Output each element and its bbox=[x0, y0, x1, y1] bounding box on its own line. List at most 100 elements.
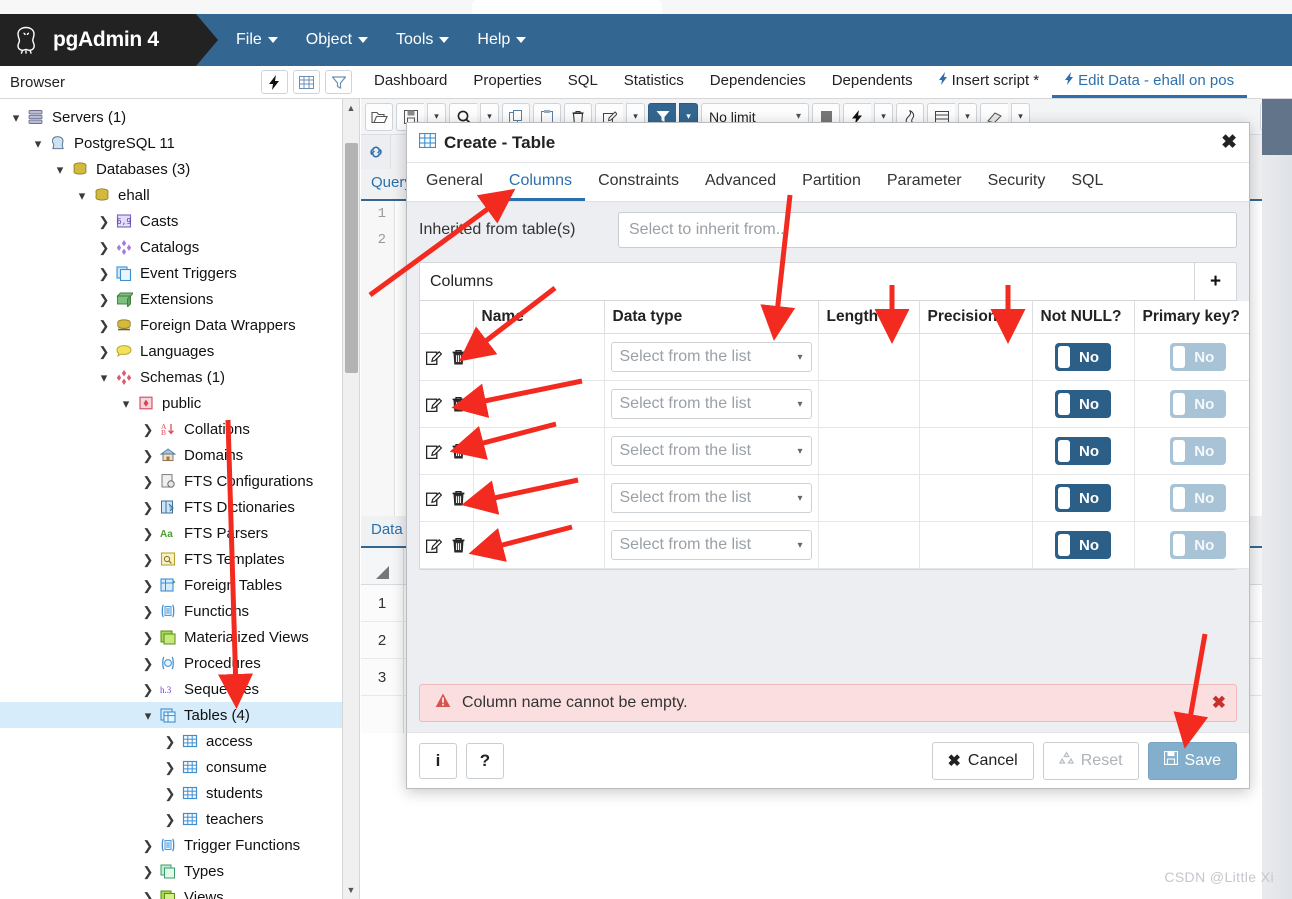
tree-item-functions[interactable]: ❯ Functions bbox=[0, 598, 359, 624]
chevron-right-icon[interactable]: ❯ bbox=[138, 579, 158, 592]
tree-item-materialized-views[interactable]: ❯ Materialized Views bbox=[0, 624, 359, 650]
trash-icon[interactable] bbox=[446, 483, 470, 513]
length-cell[interactable] bbox=[818, 380, 920, 428]
menu-tools[interactable]: Tools bbox=[382, 25, 463, 55]
tree-scrollbar[interactable]: ▲ ▼ bbox=[342, 99, 359, 899]
inherit-from-select[interactable]: Select to inherit from... bbox=[618, 212, 1237, 248]
tree-item-teachers[interactable]: ❯ teachers bbox=[0, 806, 359, 832]
tree-item-views[interactable]: ❯ Views bbox=[0, 884, 359, 899]
length-cell[interactable] bbox=[818, 474, 920, 522]
precision-cell[interactable] bbox=[919, 474, 1033, 522]
tree-item-foreign-data-wrappers[interactable]: ❯ Foreign Data Wrappers bbox=[0, 312, 359, 338]
chevron-right-icon[interactable]: ❯ bbox=[138, 553, 158, 566]
not-null-toggle[interactable]: No bbox=[1055, 437, 1111, 465]
edit-icon[interactable] bbox=[422, 436, 446, 466]
chevron-down-icon[interactable]: ▾ bbox=[28, 137, 48, 150]
work-tab-statistics[interactable]: Statistics bbox=[611, 66, 697, 98]
open-file-icon[interactable] bbox=[365, 102, 393, 131]
chevron-right-icon[interactable]: ❯ bbox=[160, 813, 180, 826]
tree-item-procedures[interactable]: ❯ Procedures bbox=[0, 650, 359, 676]
bolt-icon[interactable] bbox=[261, 70, 288, 94]
menu-file[interactable]: File bbox=[222, 25, 292, 55]
primary-key-toggle[interactable]: No bbox=[1170, 437, 1227, 465]
chevron-right-icon[interactable]: ❯ bbox=[138, 631, 158, 644]
dialog-tab-columns[interactable]: Columns bbox=[495, 163, 586, 201]
work-tab-insert-script[interactable]: Insert script * bbox=[926, 66, 1053, 98]
data-type-select[interactable]: Select from the list ▾ bbox=[610, 530, 812, 560]
work-tab-edit-data-ehall-on-pos[interactable]: Edit Data - ehall on pos bbox=[1052, 66, 1248, 98]
chevron-down-icon[interactable]: ▾ bbox=[94, 371, 114, 384]
trash-icon[interactable] bbox=[446, 342, 470, 372]
chevron-right-icon[interactable]: ❯ bbox=[138, 423, 158, 436]
chevron-right-icon[interactable]: ❯ bbox=[160, 735, 180, 748]
chevron-down-icon[interactable]: ▾ bbox=[6, 111, 26, 124]
column-name-input[interactable] bbox=[473, 427, 605, 475]
not-null-toggle[interactable]: No bbox=[1055, 343, 1111, 371]
work-tab-dependencies[interactable]: Dependencies bbox=[697, 66, 819, 98]
length-cell[interactable] bbox=[818, 333, 920, 381]
chevron-right-icon[interactable]: ❯ bbox=[160, 761, 180, 774]
chevron-right-icon[interactable]: ❯ bbox=[138, 475, 158, 488]
edit-icon[interactable] bbox=[422, 483, 446, 513]
tree-item-consume[interactable]: ❯ consume bbox=[0, 754, 359, 780]
dialog-tab-security[interactable]: Security bbox=[975, 163, 1059, 201]
object-browser-tree[interactable]: ▾ Servers (1) ▾ PostgreSQL 11 ▾ Databases (3)… bbox=[0, 99, 360, 899]
scrollbar-thumb[interactable] bbox=[345, 143, 358, 373]
chain-link-icon[interactable] bbox=[361, 135, 390, 169]
chevron-right-icon[interactable]: ❯ bbox=[94, 267, 114, 280]
tree-item-foreign-tables[interactable]: ❯ Foreign Tables bbox=[0, 572, 359, 598]
tree-item-fts-configurations[interactable]: ❯ FTS Configurations bbox=[0, 468, 359, 494]
chevron-right-icon[interactable]: ❯ bbox=[94, 345, 114, 358]
tree-item-event-triggers[interactable]: ❯ Event Triggers bbox=[0, 260, 359, 286]
chevron-down-icon[interactable]: ▾ bbox=[116, 397, 136, 410]
tree-item-fts-templates[interactable]: ❯ FTS Templates bbox=[0, 546, 359, 572]
chevron-down-icon[interactable]: ▾ bbox=[72, 189, 92, 202]
primary-key-toggle[interactable]: No bbox=[1170, 531, 1227, 559]
chevron-down-icon[interactable]: ▾ bbox=[138, 709, 158, 722]
scroll-down-icon[interactable]: ▼ bbox=[343, 881, 359, 899]
chevron-right-icon[interactable]: ❯ bbox=[94, 215, 114, 228]
cancel-button[interactable]: ✖ Cancel bbox=[931, 741, 1034, 780]
edit-icon[interactable] bbox=[422, 342, 446, 372]
tree-item-sequences[interactable]: ❯ h.3 Sequences bbox=[0, 676, 359, 702]
grid-corner-cell[interactable] bbox=[361, 548, 404, 584]
chevron-right-icon[interactable]: ❯ bbox=[94, 241, 114, 254]
grid-icon[interactable] bbox=[293, 70, 320, 94]
primary-key-toggle[interactable]: No bbox=[1170, 484, 1227, 512]
tree-item-ehall[interactable]: ▾ ehall bbox=[0, 182, 359, 208]
plus-icon[interactable]: + bbox=[1194, 263, 1236, 300]
chevron-right-icon[interactable]: ❯ bbox=[94, 319, 114, 332]
tree-item-languages[interactable]: ❯ Languages bbox=[0, 338, 359, 364]
data-type-select[interactable]: Select from the list ▾ bbox=[610, 436, 812, 466]
tree-item-casts[interactable]: ❯ 6,9 Casts bbox=[0, 208, 359, 234]
chevron-right-icon[interactable]: ❯ bbox=[138, 839, 158, 852]
column-name-input[interactable] bbox=[473, 521, 605, 569]
trash-icon[interactable] bbox=[446, 436, 470, 466]
reset-button[interactable]: Reset bbox=[1042, 741, 1139, 780]
data-type-select[interactable]: Select from the list ▾ bbox=[610, 342, 812, 372]
close-icon[interactable]: ✖ bbox=[1212, 693, 1226, 713]
precision-cell[interactable] bbox=[919, 427, 1033, 475]
close-icon[interactable]: ✖ bbox=[1221, 133, 1237, 152]
primary-key-toggle[interactable]: No bbox=[1170, 390, 1227, 418]
menu-help[interactable]: Help bbox=[463, 25, 540, 55]
chevron-right-icon[interactable]: ❯ bbox=[138, 527, 158, 540]
primary-key-toggle[interactable]: No bbox=[1170, 343, 1227, 371]
work-tab-sql[interactable]: SQL bbox=[555, 66, 611, 98]
tree-item-postgresql-11[interactable]: ▾ PostgreSQL 11 bbox=[0, 130, 359, 156]
not-null-toggle[interactable]: No bbox=[1055, 390, 1111, 418]
dialog-tab-constraints[interactable]: Constraints bbox=[585, 163, 692, 201]
tree-item-collations[interactable]: ❯ A B Collations bbox=[0, 416, 359, 442]
info-button[interactable]: i bbox=[419, 742, 457, 779]
dialog-tab-parameter[interactable]: Parameter bbox=[874, 163, 975, 201]
chevron-right-icon[interactable]: ❯ bbox=[138, 683, 158, 696]
tree-item-domains[interactable]: ❯ Domains bbox=[0, 442, 359, 468]
save-button[interactable]: Save bbox=[1147, 741, 1237, 780]
dialog-tab-partition[interactable]: Partition bbox=[789, 163, 874, 201]
dialog-tab-sql[interactable]: SQL bbox=[1058, 163, 1116, 201]
tree-item-public[interactable]: ▾ public bbox=[0, 390, 359, 416]
chevron-right-icon[interactable]: ❯ bbox=[138, 891, 158, 899]
data-type-select[interactable]: Select from the list ▾ bbox=[610, 389, 812, 419]
work-tab-properties[interactable]: Properties bbox=[460, 66, 554, 98]
edit-icon[interactable] bbox=[422, 530, 446, 560]
